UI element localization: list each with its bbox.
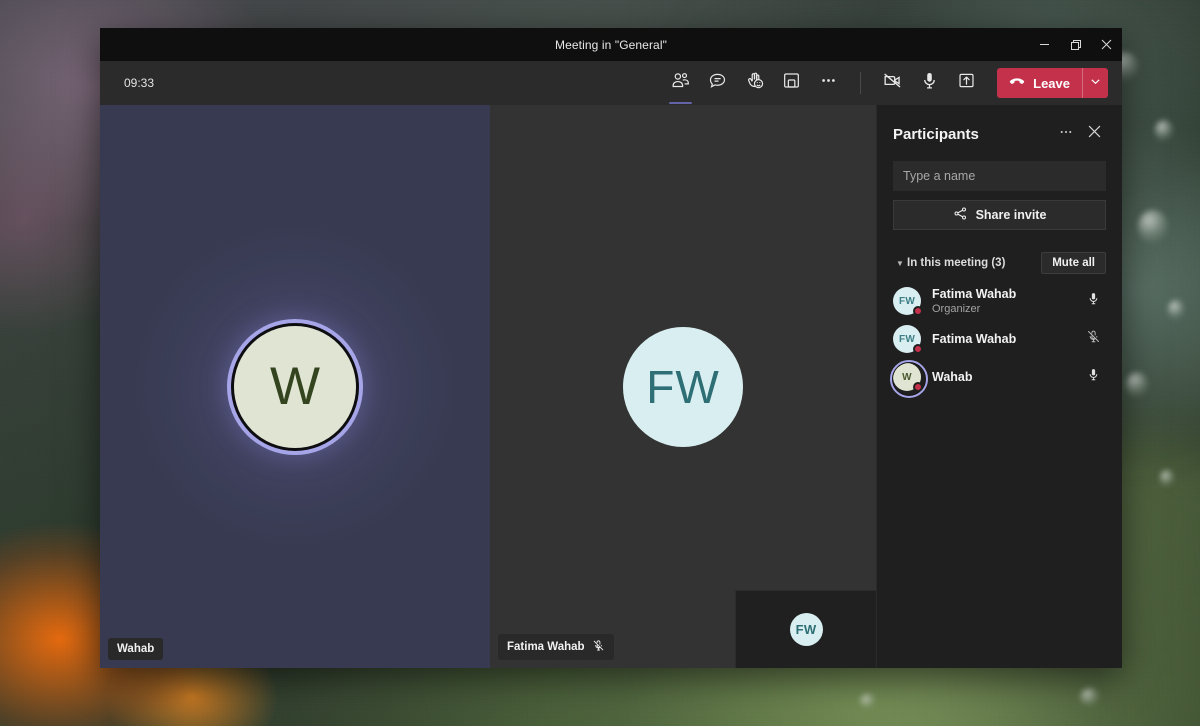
- people-button[interactable]: [664, 67, 697, 99]
- more-options-icon: [1058, 124, 1074, 145]
- participants-more-options-button[interactable]: [1054, 122, 1078, 146]
- window-title: Meeting in "General": [100, 38, 1122, 52]
- participant-list: FW Fatima Wahab Organizer: [893, 282, 1106, 396]
- participant-name: Wahab: [932, 370, 973, 385]
- chat-icon: [707, 70, 728, 96]
- avatar: W: [893, 363, 921, 391]
- leave-button-label: Leave: [1033, 76, 1070, 91]
- microphone-muted-icon: [592, 639, 605, 655]
- avatar-self-preview: FW: [790, 613, 823, 646]
- presence-badge-busy: [913, 306, 923, 316]
- window-controls: [1029, 28, 1122, 61]
- participant-text: Fatima Wahab Organizer: [932, 287, 1016, 316]
- microphone-muted-icon: [1086, 329, 1101, 349]
- chat-button[interactable]: [701, 67, 734, 99]
- share-invite-label: Share invite: [976, 208, 1047, 222]
- title-bar[interactable]: Meeting in "General": [100, 28, 1122, 61]
- participants-panel-header: Participants: [893, 111, 1106, 157]
- toolbar-divider: [860, 72, 861, 94]
- participant-text: Fatima Wahab: [932, 332, 1016, 347]
- participant-role: Organizer: [932, 302, 1016, 316]
- microphone-icon: [1086, 291, 1101, 311]
- video-tile-name-tag: Fatima Wahab: [498, 634, 614, 660]
- share-icon: [953, 206, 968, 224]
- microphone-icon: [1086, 367, 1101, 387]
- participant-name: Fatima Wahab: [932, 287, 1016, 302]
- window-body: W Wahab FW Fatima Wahab: [100, 105, 1122, 668]
- participant-mic-button[interactable]: [1082, 290, 1104, 312]
- participants-panel-actions: [1054, 122, 1106, 146]
- participants-panel-title: Participants: [893, 126, 979, 143]
- in-this-meeting-label: In this meeting (3): [907, 257, 1005, 269]
- breakout-rooms-icon: [781, 70, 802, 96]
- reactions-button[interactable]: [738, 67, 771, 99]
- presence-badge-busy: [913, 344, 923, 354]
- video-stage: W Wahab FW Fatima Wahab: [100, 105, 876, 668]
- participant-mic-button[interactable]: [1082, 366, 1104, 388]
- minimize-button[interactable]: [1029, 28, 1060, 61]
- participant-row[interactable]: FW Fatima Wahab Organizer: [893, 282, 1106, 320]
- microphone-toggle-button[interactable]: [913, 67, 946, 99]
- participant-row[interactable]: W Wahab: [893, 358, 1106, 396]
- teams-meeting-window: Meeting in "General" 09:33: [100, 28, 1122, 668]
- presence-badge-busy: [913, 382, 923, 392]
- video-tile-fatima-wahab[interactable]: FW Fatima Wahab: [490, 105, 876, 668]
- toolbar-actions: Leave: [664, 67, 1108, 99]
- chevron-down-icon: [1090, 74, 1101, 92]
- leave-options-button[interactable]: [1082, 68, 1108, 98]
- share-invite-button[interactable]: Share invite: [893, 200, 1106, 230]
- share-screen-button[interactable]: [950, 67, 983, 99]
- avatar: FW: [893, 287, 921, 315]
- mute-all-button[interactable]: Mute all: [1041, 252, 1106, 274]
- close-button[interactable]: [1091, 28, 1122, 61]
- participant-row[interactable]: FW Fatima Wahab: [893, 320, 1106, 358]
- participants-panel: Participants: [876, 105, 1122, 668]
- reactions-icon: [744, 70, 765, 96]
- microphone-icon: [919, 70, 940, 96]
- camera-toggle-button[interactable]: [876, 67, 909, 99]
- camera-off-icon: [882, 70, 903, 96]
- in-this-meeting-section-header: ▼ In this meeting (3) Mute all: [893, 252, 1106, 274]
- more-options-icon: [818, 70, 839, 96]
- hangup-icon: [1008, 73, 1026, 94]
- participant-text: Wahab: [932, 370, 973, 385]
- avatar-fatima-wahab: FW: [623, 327, 743, 447]
- meeting-toolbar: 09:33: [100, 61, 1122, 105]
- participants-close-button[interactable]: [1082, 122, 1106, 146]
- more-actions-button[interactable]: [812, 67, 845, 99]
- leave-button[interactable]: Leave: [997, 68, 1108, 98]
- restore-button[interactable]: [1060, 28, 1091, 61]
- avatar: FW: [893, 325, 921, 353]
- close-icon: [1088, 125, 1101, 143]
- self-preview-tile[interactable]: FW: [735, 590, 876, 668]
- share-screen-icon: [956, 70, 977, 96]
- video-tile-wahab[interactable]: W Wahab: [100, 105, 490, 668]
- participant-name: Fatima Wahab: [932, 332, 1016, 347]
- video-tile-name-label: Fatima Wahab: [507, 641, 585, 653]
- participant-mic-button[interactable]: [1082, 328, 1104, 350]
- leave-button-main[interactable]: Leave: [997, 68, 1082, 98]
- participant-search-input[interactable]: [893, 161, 1106, 191]
- chevron-down-icon[interactable]: ▼: [893, 259, 907, 268]
- video-tile-name-tag: Wahab: [108, 638, 163, 660]
- call-duration-timer: 09:33: [124, 76, 154, 90]
- breakout-rooms-button[interactable]: [775, 67, 808, 99]
- video-tile-name-label: Wahab: [117, 643, 154, 655]
- avatar-wahab: W: [234, 326, 356, 448]
- people-icon: [670, 70, 691, 96]
